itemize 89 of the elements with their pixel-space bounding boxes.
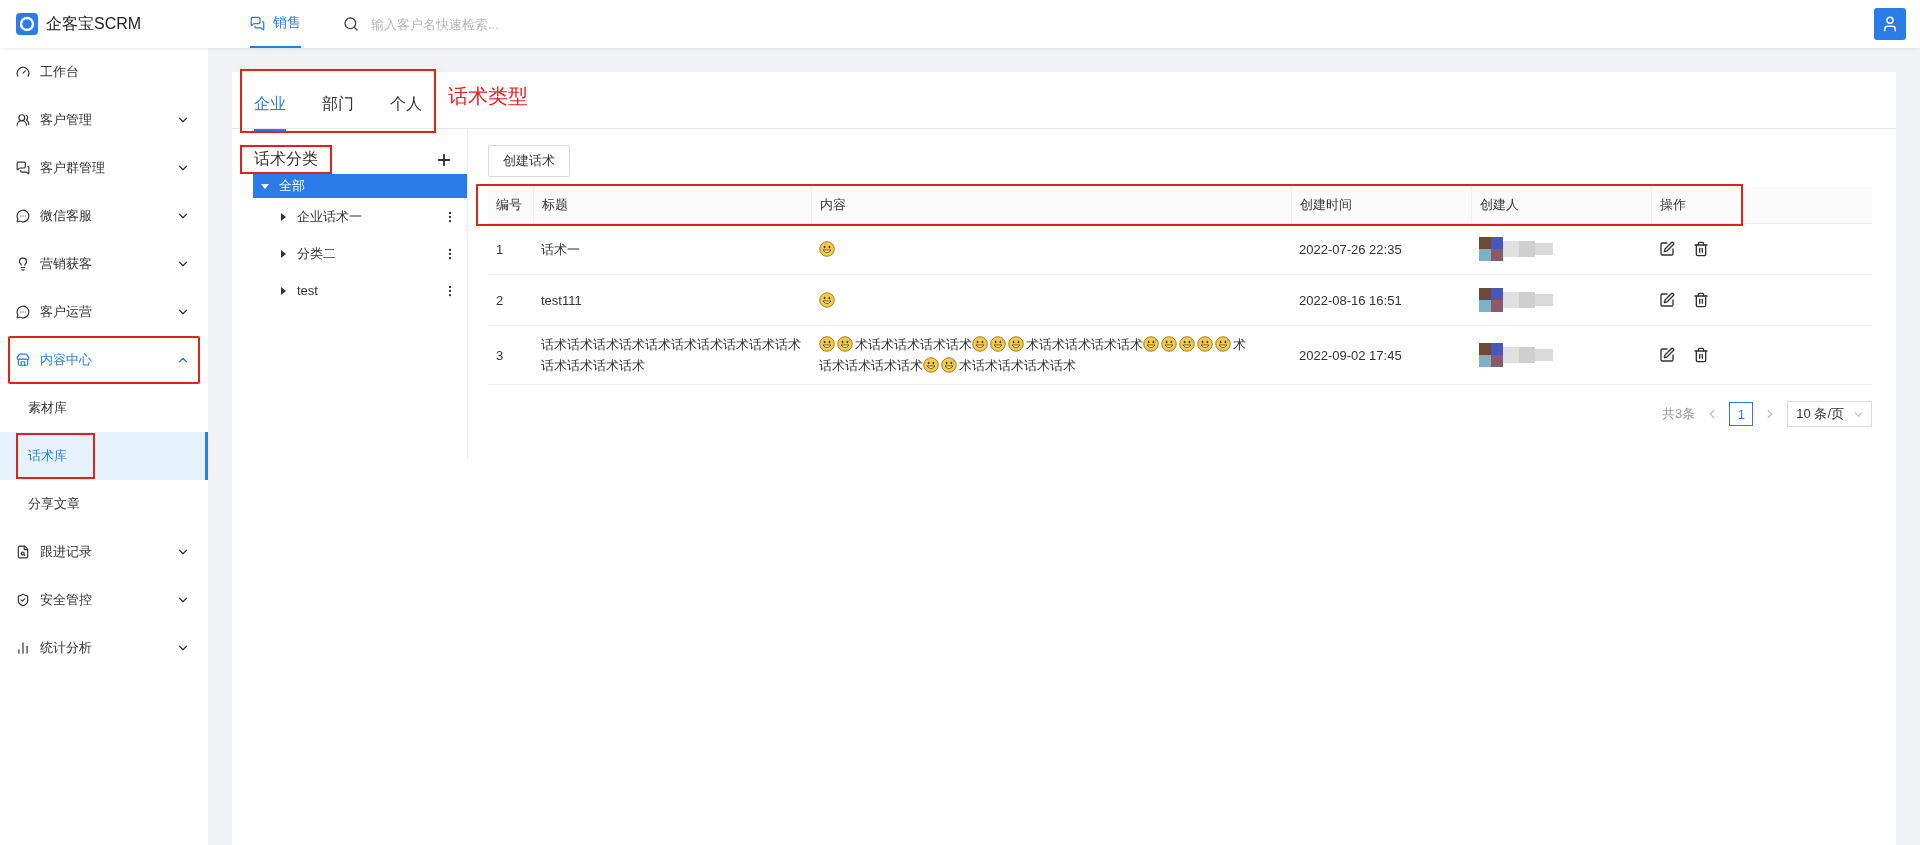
tree-node[interactable]: 企业话术一: [253, 198, 467, 235]
tree-title: 话术分类: [240, 145, 332, 174]
grin-emoji-icon: [1161, 336, 1177, 352]
content-text: 术: [1233, 337, 1246, 352]
column-header: 创建人: [1471, 186, 1651, 224]
menu-icon: [16, 65, 30, 79]
table-cell-text: 2022-08-16 16:51: [1299, 291, 1402, 310]
brand-name: 企客宝SCRM: [46, 13, 142, 34]
menu-icon: [16, 593, 30, 607]
sidebar-subitem[interactable]: 素材库: [16, 385, 95, 431]
column-header: 创建时间: [1291, 186, 1471, 224]
trash-icon: [1693, 241, 1709, 257]
sidebar-item[interactable]: 统计分析: [0, 624, 208, 672]
sweat-smile-emoji-icon: [837, 336, 853, 352]
tree-node[interactable]: 分类二: [253, 235, 467, 272]
page-size-select[interactable]: 10 条/页: [1787, 401, 1872, 427]
sidebar-item[interactable]: 跟进记录: [0, 528, 208, 576]
edit-button[interactable]: [1659, 241, 1675, 257]
user-icon: [1881, 15, 1899, 33]
grin-emoji-icon: [923, 357, 939, 373]
content-text: 术话术话术话术话术: [855, 337, 972, 352]
tree-node[interactable]: test: [253, 272, 467, 309]
content-text: 术话术话术话术话术: [1026, 337, 1143, 352]
chat-icon: [250, 15, 265, 31]
delete-button[interactable]: [1693, 241, 1709, 257]
logo-icon: [16, 13, 38, 35]
content-text: 话术话术话术话术: [819, 358, 923, 373]
table-cell-text: 2022-09-02 17:45: [1299, 346, 1402, 365]
column-header: 内容: [811, 186, 1291, 224]
sweat-smile-emoji-icon: [1215, 336, 1231, 352]
grin-emoji-icon: [819, 240, 835, 257]
grin-emoji-icon: [819, 291, 835, 308]
edit-icon: [1659, 292, 1675, 308]
sweat-smile-emoji-icon: [990, 336, 1006, 352]
sidebar-item[interactable]: 微信客服: [0, 192, 208, 240]
menu-icon: [16, 305, 30, 319]
sidebar-item[interactable]: 工作台: [0, 48, 208, 96]
sweat-smile-emoji-icon: [1143, 336, 1159, 352]
table-cell-text: 2: [496, 291, 504, 310]
table-cell-text: 话术话术话术话术话术话术话术话术话术话术话术话术话术话术: [541, 336, 802, 375]
sweat-smile-emoji-icon: [1179, 336, 1195, 352]
table-cell-text: 话术一: [541, 240, 580, 259]
column-header: 标题: [533, 186, 811, 224]
menu-icon: [16, 353, 30, 367]
tab[interactable]: 企业: [254, 94, 286, 131]
grin-emoji-icon: [972, 336, 988, 352]
sidebar-item[interactable]: 客户管理: [0, 96, 208, 144]
edit-icon: [1659, 241, 1675, 257]
sidebar-subitem[interactable]: 话术库: [16, 433, 95, 479]
menu-icon: [16, 257, 30, 271]
user-avatar-button[interactable]: [1874, 8, 1906, 40]
tree-node[interactable]: 全部: [253, 174, 467, 198]
edit-icon: [1659, 347, 1675, 363]
delete-button[interactable]: [1693, 347, 1709, 363]
grin-emoji-icon: [1197, 336, 1213, 352]
table-cell-text: 3: [496, 346, 504, 365]
content-text: 术话术话术话术话术: [959, 358, 1076, 373]
page-button[interactable]: 1: [1729, 402, 1754, 426]
table-cell-text: test111: [541, 291, 582, 310]
column-header: 操作: [1651, 186, 1741, 224]
trash-icon: [1693, 292, 1709, 308]
grin-emoji-icon: [819, 336, 835, 352]
nav-tab[interactable]: 销售: [250, 0, 301, 48]
table-cell-text: 2022-07-26 22:35: [1299, 240, 1402, 259]
menu-icon: [16, 161, 30, 175]
tab[interactable]: 个人: [390, 94, 422, 131]
table-cell-text: 1: [496, 240, 504, 259]
total-count: 共3条: [1662, 405, 1696, 423]
menu-icon: [16, 641, 30, 655]
sweat-smile-emoji-icon: [941, 357, 957, 373]
create-button[interactable]: 创建话术: [488, 145, 570, 177]
delete-button[interactable]: [1693, 292, 1709, 308]
tab[interactable]: 部门: [322, 94, 354, 131]
grin-emoji-icon: [1008, 336, 1024, 352]
menu-icon: [16, 113, 30, 127]
column-header: 编号: [495, 196, 523, 214]
sidebar-item[interactable]: 内容中心: [10, 338, 198, 382]
trash-icon: [1693, 347, 1709, 363]
menu-icon: [16, 209, 30, 223]
search-icon: [343, 16, 359, 32]
sidebar-item[interactable]: 客户运营: [0, 288, 208, 336]
annotation-label: 话术类型: [448, 83, 528, 109]
sidebar-item[interactable]: 营销获客: [0, 240, 208, 288]
edit-button[interactable]: [1659, 292, 1675, 308]
edit-button[interactable]: [1659, 347, 1675, 363]
sidebar-item[interactable]: 安全管控: [0, 576, 208, 624]
sidebar-item[interactable]: 客户群管理: [0, 144, 208, 192]
sidebar-subitem[interactable]: 分享文章: [16, 481, 108, 527]
menu-icon: [16, 545, 30, 559]
